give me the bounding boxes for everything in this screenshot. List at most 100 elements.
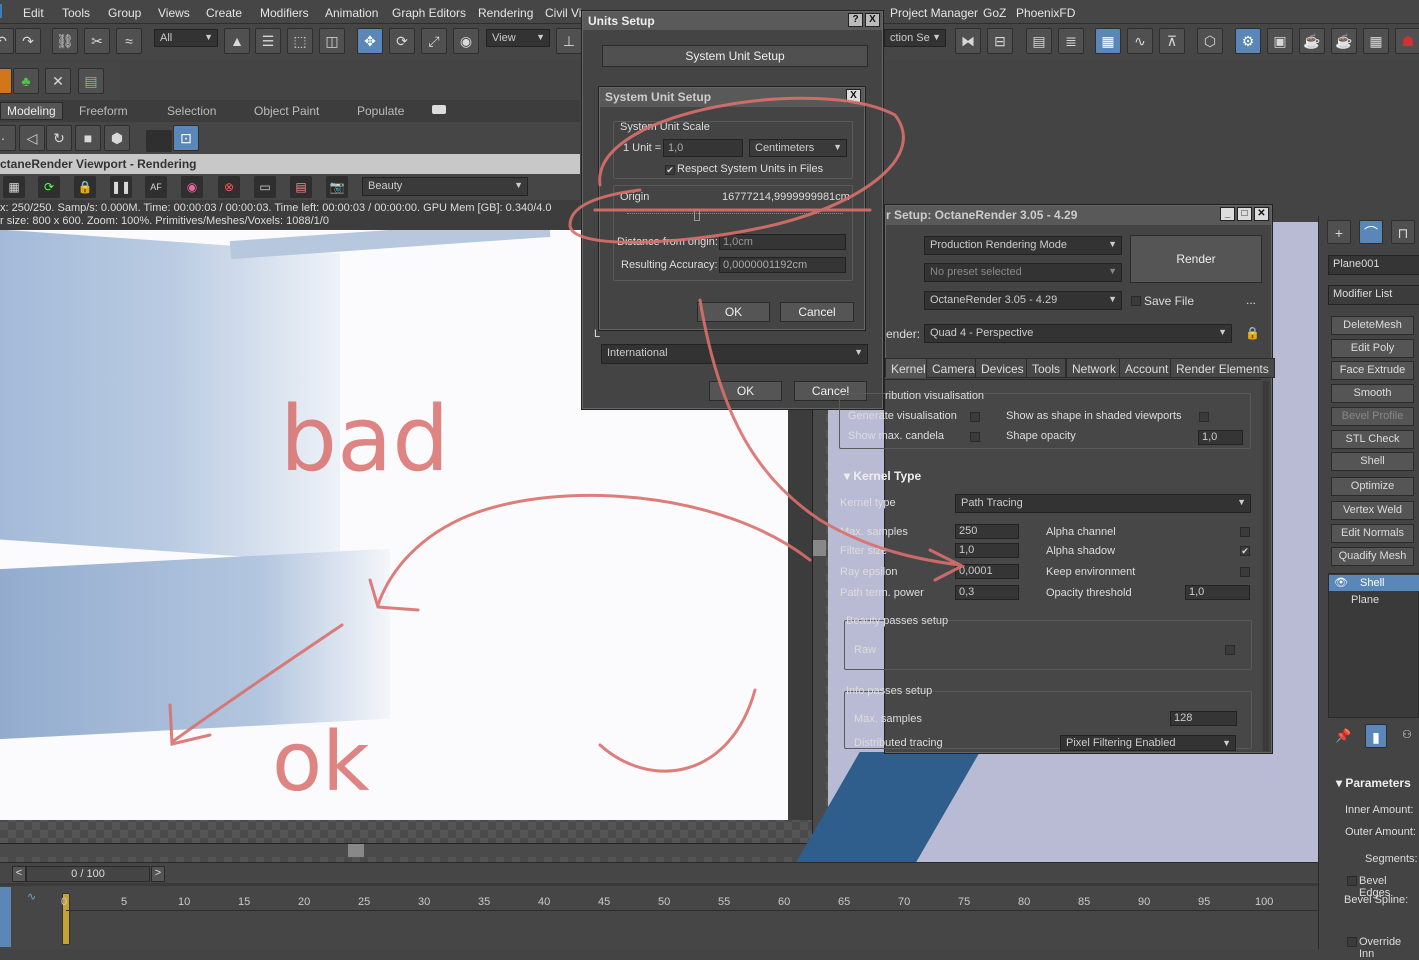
tab-freeform[interactable]: Freeform (79, 104, 128, 118)
tab-tools[interactable]: Tools (1026, 358, 1067, 378)
layers-icon[interactable]: ≣ (1058, 28, 1084, 54)
ribbon-toggle-icon[interactable]: ▦ (1095, 28, 1121, 54)
alpha-channel-checkbox[interactable] (1240, 527, 1250, 537)
modifier-faceextrude-button[interactable]: Face Extrude (1331, 361, 1414, 380)
color-picker-icon[interactable]: ◉ (181, 176, 203, 198)
render-production-icon[interactable]: ☕ (1299, 28, 1325, 54)
tab-object-paint[interactable]: Object Paint (254, 104, 319, 118)
modifier-shell-button[interactable]: Shell (1331, 452, 1414, 471)
curve-editor-icon[interactable]: ∿ (1127, 28, 1153, 54)
distributed-tracing-dropdown[interactable]: Pixel Filtering Enabled ▼ (1060, 735, 1236, 751)
menu-create[interactable]: Create (206, 6, 242, 20)
move-icon[interactable]: ✥ (357, 28, 383, 54)
pivot-icon[interactable]: ⊥ (556, 28, 582, 54)
pin-stack-icon[interactable]: 📌 (1335, 728, 1351, 744)
modifier-quadifymesh-button[interactable]: Quadify Mesh (1331, 547, 1414, 566)
layer-explorer-icon[interactable]: ▤ (1026, 28, 1052, 54)
mirror-icon[interactable]: ⧓ (955, 28, 981, 54)
time-next-button[interactable]: > (151, 866, 165, 882)
pass-dropdown[interactable]: Beauty ▼ (362, 177, 528, 196)
time-slider[interactable]: 0 / 100 (26, 866, 150, 882)
material-editor-icon[interactable]: ⬡ (1197, 28, 1223, 54)
ribbon-options-icon[interactable] (432, 105, 446, 114)
modifier-deletemesh-button[interactable]: DeleteMesh (1331, 316, 1414, 335)
autofocus-icon[interactable]: AF (145, 176, 167, 198)
unit-value-field[interactable]: 1,0 (663, 139, 743, 157)
menu-graph-editors[interactable]: Graph Editors (392, 6, 466, 20)
tab-camera[interactable]: Camera (926, 358, 981, 378)
stack-item-plane[interactable]: Plane (1351, 594, 1379, 606)
render-iterative-icon[interactable]: ☕ (1331, 28, 1357, 54)
max-samples-spinner[interactable]: 250 (955, 524, 1019, 539)
tab-kernel[interactable]: Kernel (885, 358, 932, 378)
override-checkbox[interactable] (1347, 937, 1357, 947)
object-name-field[interactable]: Plane001 (1328, 255, 1419, 275)
opacity-threshold-spinner[interactable]: 1,0 (1185, 585, 1250, 600)
render-teapot-icon[interactable]: ☗ (1395, 28, 1419, 54)
preset-dropdown[interactable]: No preset selected ▼ (924, 263, 1122, 282)
modifier-editnormals-button[interactable]: Edit Normals (1331, 524, 1414, 543)
clay-mode-icon[interactable]: ⊗ (218, 176, 240, 198)
tools-icon[interactable]: ✕ (45, 68, 71, 94)
system-unit-setup-button[interactable]: System Unit Setup (602, 45, 868, 67)
bind-spacewarp-icon[interactable]: ≈ (116, 28, 142, 54)
redo-icon[interactable]: ↷ (15, 28, 41, 54)
keep-env-checkbox[interactable] (1240, 567, 1250, 577)
modify-tab-icon[interactable]: ⌒ (1359, 220, 1383, 244)
render-setup-scrollbar[interactable] (1263, 381, 1269, 751)
menu-views[interactable]: Views (158, 6, 190, 20)
save-file-checkbox[interactable] (1131, 296, 1141, 306)
modifier-list-dropdown[interactable]: Modifier List (1328, 285, 1419, 305)
render-setup-icon[interactable]: ⚙ (1235, 28, 1261, 54)
scroll-thumb[interactable] (813, 540, 826, 556)
render-button[interactable]: Render (1130, 235, 1262, 283)
system-unit-cancel-button[interactable]: Cancel (780, 302, 854, 322)
parameters-title[interactable]: ▾ Parameters (1336, 776, 1411, 790)
menu-edit[interactable]: Edit (23, 6, 44, 20)
info-max-samples-spinner[interactable]: 128 (1170, 711, 1237, 726)
lighting-units-dropdown[interactable]: International ▼ (601, 344, 868, 364)
render-grid-icon[interactable]: ▦ (1363, 28, 1389, 54)
origin-slider-thumb[interactable] (694, 209, 700, 221)
tab-selection[interactable]: Selection (167, 104, 216, 118)
units-ok-button[interactable]: OK (709, 381, 782, 401)
ref-coord-dropdown[interactable]: View ▼ (486, 29, 550, 47)
generate-vis-checkbox[interactable] (970, 412, 980, 422)
show-candela-checkbox[interactable] (970, 432, 980, 442)
path-term-spinner[interactable]: 0,3 (955, 585, 1019, 600)
camera-icon[interactable]: 📷 (326, 176, 348, 198)
scale-icon[interactable]: ⤢ (421, 28, 447, 54)
element-icon[interactable]: ⬢ (104, 125, 130, 151)
selection-filter-dropdown[interactable]: All ▼ (154, 29, 218, 47)
restart-icon[interactable]: ⟳ (38, 176, 60, 198)
menu-animation[interactable]: Animation (325, 6, 378, 20)
menu-group[interactable]: Group (108, 6, 141, 20)
octane-icon[interactable] (0, 68, 12, 94)
renderer-dropdown[interactable]: OctaneRender 3.05 - 4.29 ▼ (924, 291, 1122, 310)
maximize-icon[interactable]: □ (1237, 207, 1252, 221)
eye-icon[interactable]: 👁 (1334, 576, 1348, 589)
show-shape-checkbox[interactable] (1199, 412, 1209, 422)
respect-units-checkbox[interactable]: ✔ (665, 165, 675, 175)
distance-field[interactable]: 1,0cm (719, 234, 846, 250)
menu-rendering[interactable]: Rendering (478, 6, 533, 20)
make-unique-icon[interactable]: ⚇ (1402, 728, 1412, 741)
stack-item-shell[interactable]: 👁 Shell (1329, 575, 1419, 591)
place-icon[interactable]: ◉ (453, 28, 479, 54)
film-icon[interactable]: ▤ (290, 176, 312, 198)
spreadsheet-icon[interactable]: ▤ (78, 68, 104, 94)
rendered-frame-icon[interactable]: ▣ (1267, 28, 1293, 54)
kernel-type-dropdown[interactable]: Path Tracing ▼ (955, 494, 1251, 513)
minimize-icon[interactable]: _ (1220, 207, 1235, 221)
origin-slider-track[interactable] (627, 213, 843, 217)
edge-icon[interactable]: ◁ (19, 125, 45, 151)
rect-selection-icon[interactable]: ⬚ (287, 28, 313, 54)
close-icon[interactable]: X (865, 13, 880, 27)
more-button[interactable]: ... (1246, 293, 1256, 307)
forest-icon[interactable]: ♣ (13, 68, 39, 94)
modifier-optimize-button[interactable]: Optimize (1331, 477, 1414, 496)
lock-icon[interactable]: 🔒 (74, 176, 96, 198)
app-icon[interactable] (0, 4, 2, 18)
schematic-view-icon[interactable]: ⊼ (1159, 28, 1185, 54)
copy-icon[interactable]: ▦ (3, 176, 25, 198)
